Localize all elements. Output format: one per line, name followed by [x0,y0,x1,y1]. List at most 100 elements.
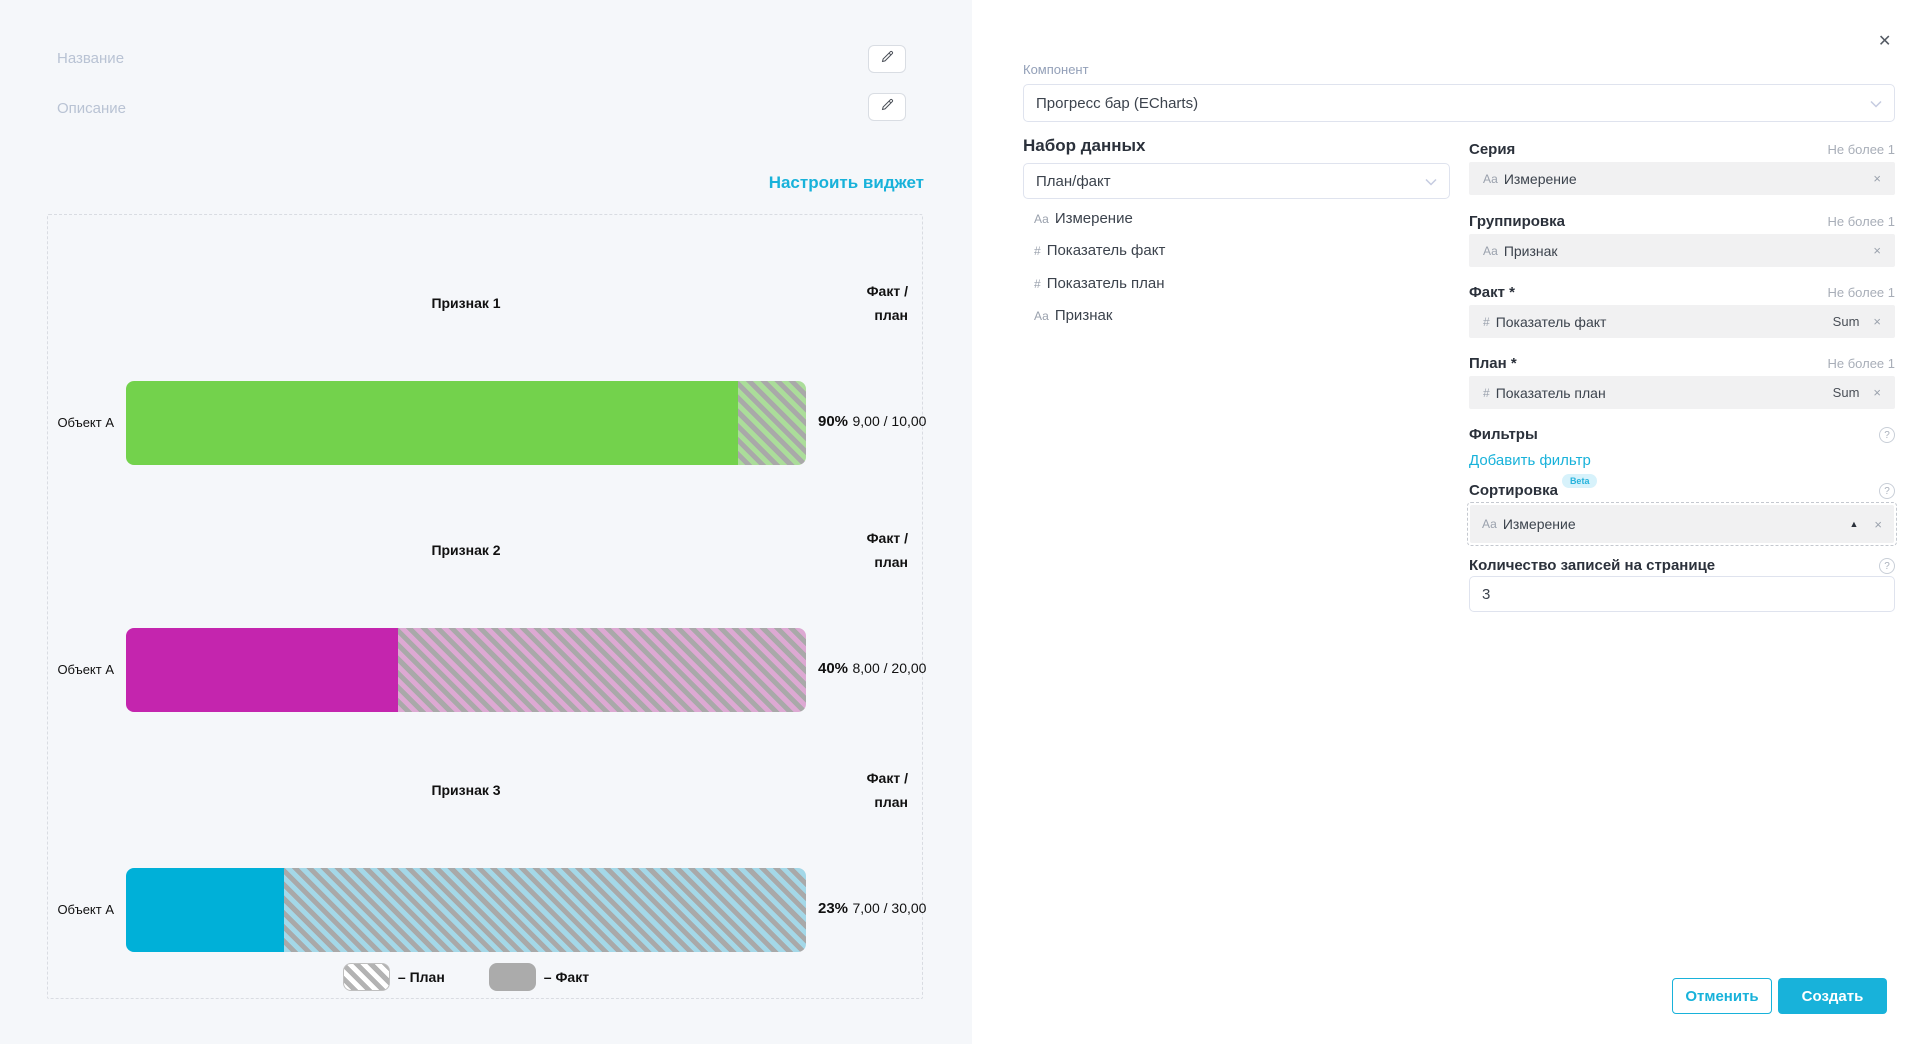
help-icon[interactable]: ? [1879,427,1895,443]
plan-hatch-swatch [343,963,390,991]
slot-limit: Не более 1 [1827,285,1895,300]
percent-value: 40% [818,660,848,677]
chart-preview: Факт / план Признак 1 Объект А 90% 9,00 … [47,214,923,999]
sorting-drop-zone[interactable]: Аа Измерение ▲ × [1467,502,1897,546]
fact-solid-swatch [489,963,536,991]
number-type-icon: # [1483,386,1490,400]
remove-field-icon[interactable]: × [1873,172,1881,185]
pencil-icon [880,97,895,117]
legend-label: – План [398,969,445,985]
component-select-value: Прогресс бар (ECharts) [1036,95,1870,112]
dataset-field-izmerenie[interactable]: АаИзмерение [1034,204,1133,234]
slot-label-plan: План * [1469,355,1517,372]
slot-label-fakt: Факт * [1469,284,1515,301]
bar-fact-solid [126,628,398,712]
aggregation-selector[interactable]: Sum [1833,385,1860,400]
slot-limit: Не более 1 [1827,214,1895,229]
edit-description-button[interactable] [868,93,906,121]
slot-chip-plan[interactable]: # Показатель план Sum × [1469,376,1895,409]
field-name: Измерение [1055,210,1133,227]
value-label: 23% 7,00 / 30,00 [818,900,926,918]
chart-legend: – План – Факт [126,963,806,991]
field-name: Показатель факт [1047,242,1166,259]
fact-plan-values: 7,00 / 30,00 [852,900,926,916]
slot-limit: Не более 1 [1827,356,1895,371]
object-label: Объект А [48,902,114,917]
dataset-field-priznak[interactable]: Аа Признак [1034,301,1112,331]
chevron-down-icon [1870,95,1882,112]
remove-field-icon[interactable]: × [1874,518,1882,531]
fact-plan-header-line1: Факт / [867,283,908,299]
remove-field-icon[interactable]: × [1873,315,1881,328]
component-label: Компонент [1023,62,1089,77]
fact-plan-header-line2: план [874,554,908,570]
object-label: Объект А [48,662,114,677]
string-type-icon: Аа [1034,309,1049,323]
create-button[interactable]: Создать [1778,978,1887,1014]
edit-name-button[interactable] [868,45,906,73]
slot-header: Группировка Не более 1 [1469,213,1895,230]
beta-badge: Beta [1562,474,1598,488]
chart-row: Факт / план Признак 2 Объект А 40% 8,00 … [48,522,908,732]
bar-plan-hatch [738,381,806,465]
value-label: 40% 8,00 / 20,00 [818,660,926,678]
value-label: 90% 9,00 / 10,00 [818,413,926,431]
cancel-button[interactable]: Отменить [1672,978,1772,1014]
remove-field-icon[interactable]: × [1873,386,1881,399]
dataset-title: Набор данных [1023,136,1145,156]
bar-fact-solid [126,381,738,465]
chip-field-name: Измерение [1503,516,1850,532]
sort-ascending-icon[interactable]: ▲ [1849,519,1858,529]
legend-label: – Факт [544,969,589,985]
object-label: Объект А [48,415,114,430]
chip-field-name: Показатель план [1496,385,1833,401]
slot-chip-gruppirovka[interactable]: Аа Признак × [1469,234,1895,267]
close-icon[interactable]: ✕ [1878,34,1891,50]
bar-plan-hatch [398,628,806,712]
slot-header: План * Не более 1 [1469,355,1895,372]
widget-description-placeholder[interactable]: Описание [57,100,126,117]
slot-chip-seriya[interactable]: Аа Измерение × [1469,162,1895,195]
fact-plan-header-line1: Факт / [867,530,908,546]
fact-plan-header-line2: план [874,794,908,810]
field-name: Признак [1055,307,1113,324]
string-type-icon: Аа [1483,244,1498,258]
fact-plan-values: 9,00 / 10,00 [852,413,926,429]
chevron-down-icon [1425,173,1437,190]
widget-config-panel: ✕ Компонент Прогресс бар (ECharts) Набор… [972,0,1912,1044]
configure-widget-link[interactable]: Настроить виджет [769,173,924,193]
bar-plan-hatch [284,868,806,952]
aggregation-selector[interactable]: Sum [1833,314,1860,329]
slot-chip-fakt[interactable]: # Показатель факт Sum × [1469,305,1895,338]
slot-label-gruppirovka: Группировка [1469,213,1565,230]
string-type-icon: Аа [1482,517,1497,531]
percent-value: 90% [818,413,848,430]
dataset-select[interactable]: План/факт [1023,163,1450,199]
dataset-field-pokazatel-plan[interactable]: #Показатель план [1034,269,1165,299]
fact-plan-header-line1: Факт / [867,770,908,786]
progress-bar [126,381,806,465]
number-type-icon: # [1034,244,1041,258]
progress-bar [126,628,806,712]
group-title: Признак 1 [126,295,806,311]
legend-item-plan: – План [343,963,445,991]
string-type-icon: Аа [1483,172,1498,186]
remove-field-icon[interactable]: × [1873,244,1881,257]
widget-name-placeholder[interactable]: Название [57,50,124,67]
sorting-title: Сортировка [1469,482,1558,499]
component-select[interactable]: Прогресс бар (ECharts) [1023,84,1895,122]
dataset-field-pokazatel-fakt[interactable]: # Показатель факт [1034,236,1165,266]
help-icon[interactable]: ? [1879,483,1895,499]
group-title: Признак 2 [126,542,806,558]
help-icon[interactable]: ? [1879,558,1895,574]
percent-value: 23% [818,900,848,917]
page-size-label: Количество записей на странице [1469,557,1715,574]
slot-header: Факт * Не более 1 [1469,284,1895,301]
add-filter-link[interactable]: Добавить фильтр [1469,452,1591,469]
page-size-input[interactable] [1469,576,1895,612]
chart-row: Факт / план Признак 3 Объект А 23% 7,00 … [48,762,908,972]
chart-row: Факт / план Признак 1 Объект А 90% 9,00 … [48,275,908,485]
fact-plan-header-line2: план [874,307,908,323]
slot-header: Серия Не более 1 [1469,141,1895,158]
sorting-chip-izmerenie[interactable]: Аа Измерение ▲ × [1470,505,1894,543]
